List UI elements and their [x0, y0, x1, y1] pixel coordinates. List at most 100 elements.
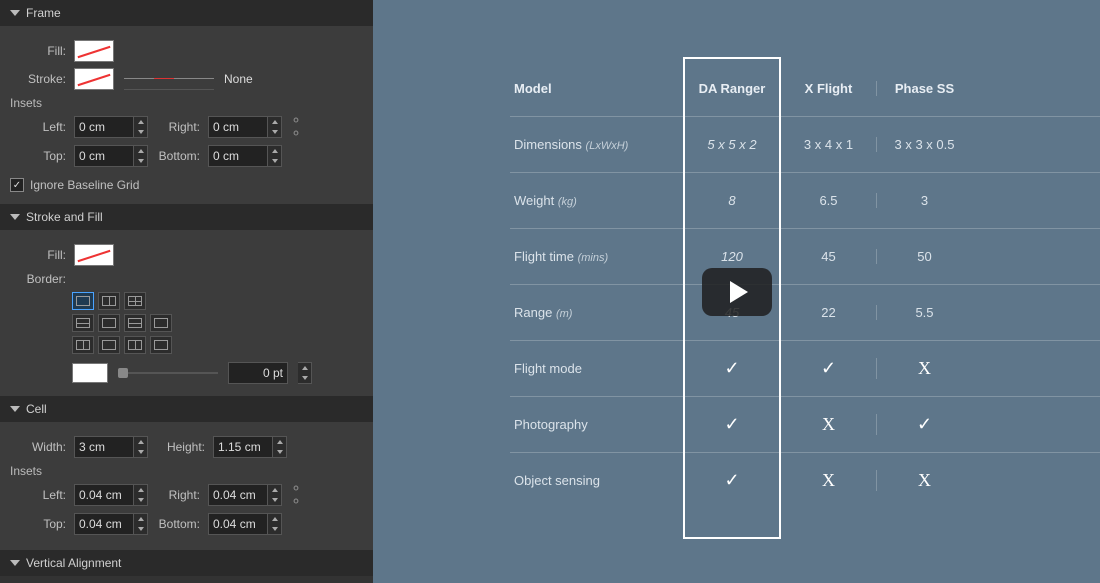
frame-bottom-stepper[interactable]: [268, 145, 282, 167]
frame-left-stepper[interactable]: [134, 116, 148, 138]
frame-fill-label: Fill:: [10, 44, 74, 58]
cell-bottom-stepper[interactable]: [268, 513, 282, 535]
frame-left-input[interactable]: 0 cm: [74, 116, 134, 138]
section-valign-header[interactable]: Vertical Alignment: [0, 550, 373, 576]
r2-c3: 3: [876, 193, 972, 208]
border-hline-btn[interactable]: [72, 314, 94, 332]
section-cell-header[interactable]: Cell: [0, 396, 373, 422]
th-phasess: Phase SS: [876, 81, 972, 96]
frame-top-stepper[interactable]: [134, 145, 148, 167]
cell-left-input[interactable]: 0.04 cm: [74, 484, 134, 506]
th-xflight: X Flight: [780, 81, 876, 96]
ignore-baseline-row[interactable]: ✓ Ignore Baseline Grid: [10, 178, 363, 192]
th-daranger: DA Ranger: [684, 81, 780, 96]
disclosure-icon: [10, 560, 20, 566]
border-inner-btn[interactable]: [98, 292, 120, 310]
border-outer-btn[interactable]: [72, 292, 94, 310]
ignore-baseline-checkbox[interactable]: ✓: [10, 178, 24, 192]
r7-label: Object sensing: [510, 473, 684, 488]
r4-c3: 5.5: [876, 305, 972, 320]
r2-c2: 6.5: [780, 193, 876, 208]
sf-border-label: Border:: [10, 272, 74, 286]
sf-fill-swatch[interactable]: [74, 244, 114, 266]
cell-link-insets-icon[interactable]: ⚬⚬: [288, 480, 304, 510]
check-icon: ✓: [684, 358, 780, 379]
section-strokefill-title: Stroke and Fill: [26, 210, 103, 224]
frame-bottom-label: Bottom:: [158, 149, 208, 163]
border-width-field[interactable]: 0 pt: [228, 362, 288, 384]
disclosure-icon: [10, 214, 20, 220]
cell-right-stepper[interactable]: [268, 484, 282, 506]
r5-label: Flight mode: [510, 361, 684, 376]
table-header-row: Model DA Ranger X Flight Phase SS: [510, 60, 1100, 116]
r1-label: Dimensions: [514, 137, 582, 152]
cell-width-stepper[interactable]: [134, 436, 148, 458]
video-play-button[interactable]: [702, 268, 772, 316]
border-color-swatch[interactable]: [72, 363, 108, 383]
r3-c1: 120: [684, 249, 780, 264]
table-row: Photography ✓ X ✓: [510, 396, 1100, 452]
cell-width-input[interactable]: 3 cm: [74, 436, 134, 458]
border-left-btn[interactable]: [98, 336, 120, 354]
x-icon: X: [876, 470, 972, 491]
r2-hint: (kg): [558, 196, 577, 208]
stroke-style-dropdown[interactable]: None: [224, 72, 284, 86]
border-bot-btn[interactable]: [150, 314, 172, 332]
table-row: Object sensing ✓ X X: [510, 452, 1100, 508]
border-right-btn[interactable]: [150, 336, 172, 354]
section-frame-body: Fill: Stroke: None Insets Left: 0 cm Rig…: [0, 26, 373, 204]
cell-width-label: Width:: [10, 440, 74, 454]
comparison-table[interactable]: Model DA Ranger X Flight Phase SS Dimens…: [510, 60, 1100, 508]
table-row: Flight time (mins) 120 45 50: [510, 228, 1100, 284]
document-canvas[interactable]: Model DA Ranger X Flight Phase SS Dimens…: [373, 0, 1100, 583]
cell-top-stepper[interactable]: [134, 513, 148, 535]
frame-right-label: Right:: [158, 120, 208, 134]
frame-left-label: Left:: [10, 120, 74, 134]
link-insets-icon[interactable]: ⚬⚬: [288, 112, 304, 142]
cell-left-label: Left:: [10, 488, 74, 502]
play-icon: [730, 281, 748, 303]
r4-c2: 22: [780, 305, 876, 320]
frame-right-stepper[interactable]: [268, 116, 282, 138]
x-icon: X: [780, 414, 876, 435]
section-cell-title: Cell: [26, 402, 47, 416]
section-valign-title: Vertical Alignment: [26, 556, 121, 570]
check-icon: ✓: [684, 414, 780, 435]
frame-top-input[interactable]: 0 cm: [74, 145, 134, 167]
cell-height-stepper[interactable]: [273, 436, 287, 458]
section-frame-header[interactable]: Frame: [0, 0, 373, 26]
r3-label: Flight time: [514, 249, 574, 264]
cell-left-stepper[interactable]: [134, 484, 148, 506]
section-strokefill-header[interactable]: Stroke and Fill: [0, 204, 373, 230]
border-top-btn[interactable]: [98, 314, 120, 332]
border-vmid-btn[interactable]: [124, 336, 146, 354]
cell-right-input[interactable]: 0.04 cm: [208, 484, 268, 506]
section-strokefill-body: Fill: Border: 0 pt: [0, 230, 373, 396]
cell-height-input[interactable]: 1.15 cm: [213, 436, 273, 458]
r4-label: Range: [514, 305, 552, 320]
border-width-stepper[interactable]: [298, 362, 312, 384]
frame-top-label: Top:: [10, 149, 74, 163]
stroke-preview[interactable]: [124, 68, 214, 90]
frame-stroke-swatch[interactable]: [74, 68, 114, 90]
cell-insets-heading: Insets: [10, 464, 363, 478]
border-mid-btn[interactable]: [124, 314, 146, 332]
r2-label: Weight: [514, 193, 554, 208]
border-vline-btn[interactable]: [72, 336, 94, 354]
section-cell-body: Width: 3 cm Height: 1.15 cm Insets Left:…: [0, 422, 373, 550]
frame-fill-swatch[interactable]: [74, 40, 114, 62]
r1-c1: 5 x 5 x 2: [684, 137, 780, 152]
frame-bottom-input[interactable]: 0 cm: [208, 145, 268, 167]
r1-c2: 3 x 4 x 1: [780, 137, 876, 152]
border-width-slider[interactable]: [118, 372, 218, 374]
r2-c1: 8: [684, 193, 780, 208]
table-row: Weight (kg) 8 6.5 3: [510, 172, 1100, 228]
r3-c3: 50: [876, 249, 972, 264]
cell-bottom-input[interactable]: 0.04 cm: [208, 513, 268, 535]
x-icon: X: [780, 470, 876, 491]
cell-top-input[interactable]: 0.04 cm: [74, 513, 134, 535]
border-all-btn[interactable]: [124, 292, 146, 310]
disclosure-icon: [10, 406, 20, 412]
table-row: Flight mode ✓ ✓ X: [510, 340, 1100, 396]
frame-right-input[interactable]: 0 cm: [208, 116, 268, 138]
